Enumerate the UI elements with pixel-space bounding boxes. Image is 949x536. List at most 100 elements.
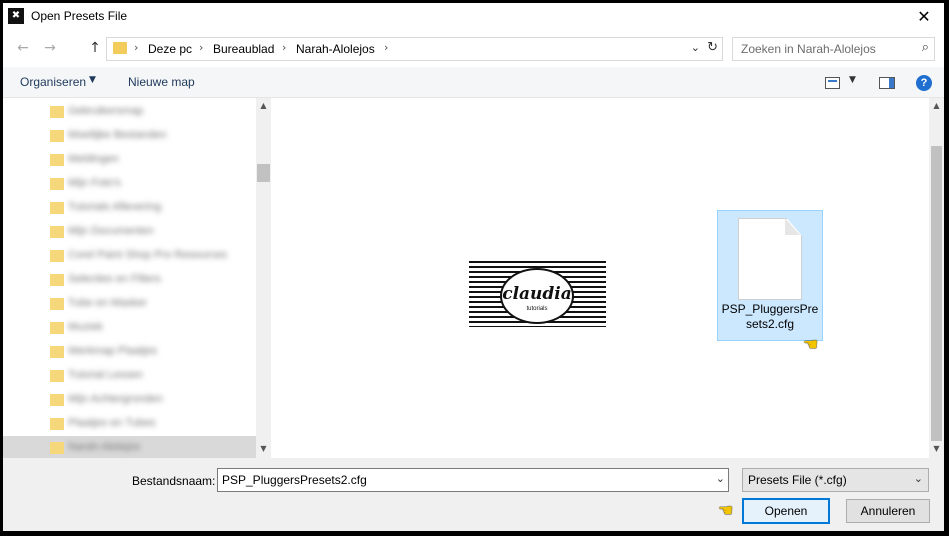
scroll-down-icon[interactable]: ▼ (256, 444, 271, 453)
folder-icon (50, 202, 64, 214)
tree-item[interactable]: Werkmap Plaatjes (3, 340, 256, 364)
tree-item-label: Mijn Foto's (68, 177, 121, 189)
breadcrumb-separator: › (282, 41, 287, 54)
tree-item-label: Plaatjes en Tubes (68, 417, 156, 429)
forward-icon[interactable]: → (41, 39, 59, 57)
watermark-logo: claudia tutorials (469, 261, 606, 327)
new-folder-button[interactable]: Nieuwe map (128, 75, 195, 89)
file-list-scrollbar[interactable]: ▲ ▼ (929, 98, 944, 458)
folder-icon (50, 442, 64, 454)
breadcrumb-separator: › (199, 41, 204, 54)
filename-field[interactable]: PSP_PluggersPresets2.cfg ⌄ (217, 468, 729, 492)
folder-icon (50, 226, 64, 238)
title-bar: ✖ Open Presets File ✕ (3, 3, 944, 30)
folder-icon (50, 274, 64, 286)
folder-icon (50, 178, 64, 190)
tree-item[interactable]: Narah-Alolejos (3, 436, 256, 458)
logo-emblem: claudia tutorials (500, 268, 574, 324)
pointing-hand-icon: ☚ (803, 335, 819, 355)
tree-item[interactable]: Mijn Foto's (3, 172, 256, 196)
pointing-hand-icon: ☚ (718, 501, 734, 521)
command-toolbar: Organiseren ▼ Nieuwe map ▼ ? (3, 67, 944, 98)
tree-item-label: Muziek (68, 321, 103, 333)
tree-item-label: Selecties en Filters (68, 273, 161, 285)
tree-item[interactable]: Corel Paint Shop Pro Resources (3, 244, 256, 268)
filename-label: Bestandsnaam: (132, 474, 216, 488)
tree-scroll-thumb[interactable] (257, 164, 270, 182)
folder-icon (50, 130, 64, 142)
tree-item[interactable]: Muziek (3, 316, 256, 340)
tree-item-label: Tutorial Lessen (68, 369, 143, 381)
preview-pane-icon[interactable] (879, 77, 895, 89)
tree-scrollbar[interactable]: ▲ ▼ (256, 98, 271, 458)
organize-dropdown-icon[interactable]: ▼ (89, 75, 96, 85)
tree-item[interactable]: Meldingen (3, 148, 256, 172)
tree-item[interactable]: Moeilijke Bestanden (3, 124, 256, 148)
breadcrumb-bureaublad[interactable]: Bureaublad (213, 42, 274, 56)
folder-icon (113, 42, 127, 54)
dialog-footer: Bestandsnaam: PSP_PluggersPresets2.cfg ⌄… (3, 458, 944, 531)
tree-item[interactable]: Plaatjes en Tubes (3, 412, 256, 436)
folder-icon (50, 394, 64, 406)
file-list: claudia tutorials PSP_PluggersPresets2.c… (271, 98, 929, 458)
address-bar[interactable]: › Deze pc › Bureaublad › Narah-Alolejos … (106, 37, 723, 61)
folder-icon (50, 154, 64, 166)
cancel-button[interactable]: Annuleren (846, 499, 930, 523)
breadcrumb-narah-alolejos[interactable]: Narah-Alolejos (296, 42, 375, 56)
organize-button[interactable]: Organiseren (20, 75, 86, 89)
tree-item-label: Narah-Alolejos (68, 441, 141, 453)
scroll-down-icon[interactable]: ▼ (929, 444, 944, 453)
open-presets-file-dialog: ✖ Open Presets File ✕ ← → ↑ › Deze pc › … (3, 3, 944, 531)
tree-item-label: Tube en Masker (68, 297, 148, 309)
folder-icon (50, 106, 64, 118)
folder-icon (50, 322, 64, 334)
tree-item-label: Gebruikersmap (68, 105, 144, 117)
tree-item-label: Corel Paint Shop Pro Resources (68, 249, 227, 261)
navigation-bar: ← → ↑ › Deze pc › Bureaublad › Narah-Alo… (3, 30, 944, 67)
tree-item-label: Mijn Documenten (68, 225, 154, 237)
breadcrumb-separator: › (134, 41, 139, 54)
file-item-name: PSP_PluggersPresets2.cfg (721, 302, 819, 331)
folder-icon (50, 418, 64, 430)
address-dropdown-icon[interactable]: ⌄ (691, 41, 700, 54)
view-dropdown-icon[interactable]: ▼ (849, 75, 856, 85)
folder-icon (50, 250, 64, 262)
view-options-icon[interactable] (825, 77, 840, 89)
tree-item-label: Werkmap Plaatjes (68, 345, 158, 357)
tree-item[interactable]: Tutorials Aflevering (3, 196, 256, 220)
tree-item-label: Moeilijke Bestanden (68, 129, 167, 141)
tree-item[interactable]: Tube en Masker (3, 292, 256, 316)
search-placeholder: Zoeken in Narah-Alolejos (741, 42, 876, 56)
file-item[interactable]: PSP_PluggersPresets2.cfg (717, 210, 823, 341)
app-icon: ✖ (8, 8, 24, 24)
tree-item[interactable]: Tutorial Lessen (3, 364, 256, 388)
filetype-select[interactable]: Presets File (*.cfg) ⌄ (742, 468, 929, 492)
tree-item-label: Meldingen (68, 153, 119, 165)
refresh-icon[interactable]: ↻ (707, 40, 718, 55)
logo-text: claudia (502, 284, 572, 304)
breadcrumb-deze-pc[interactable]: Deze pc (148, 42, 192, 56)
tree-item[interactable]: Selecties en Filters (3, 268, 256, 292)
filename-dropdown-icon[interactable]: ⌄ (716, 472, 725, 485)
tree-item[interactable]: Gebruikersmap (3, 100, 256, 124)
search-icon[interactable]: ⌕ (922, 40, 929, 55)
tree-item[interactable]: Mijn Documenten (3, 220, 256, 244)
navigation-tree: Gebruikersmap Moeilijke Bestanden Meldinge… (3, 98, 256, 458)
scroll-up-icon[interactable]: ▲ (929, 101, 944, 110)
help-icon[interactable]: ? (916, 75, 932, 91)
filename-value: PSP_PluggersPresets2.cfg (222, 473, 367, 487)
close-button[interactable]: ✕ (904, 3, 944, 30)
breadcrumb-separator: › (384, 41, 389, 54)
window-title: Open Presets File (31, 9, 128, 23)
folder-icon (50, 346, 64, 358)
search-input[interactable]: Zoeken in Narah-Alolejos ⌕ (732, 37, 935, 61)
open-button[interactable]: Openen (742, 498, 830, 524)
filetype-dropdown-icon[interactable]: ⌄ (914, 472, 923, 485)
file-list-scroll-thumb[interactable] (931, 146, 942, 441)
tree-item[interactable]: Mijn Achtergronden (3, 388, 256, 412)
folder-icon (50, 298, 64, 310)
folder-icon (50, 370, 64, 382)
back-icon[interactable]: ← (14, 39, 32, 57)
up-icon[interactable]: ↑ (86, 39, 104, 57)
scroll-up-icon[interactable]: ▲ (256, 101, 271, 110)
